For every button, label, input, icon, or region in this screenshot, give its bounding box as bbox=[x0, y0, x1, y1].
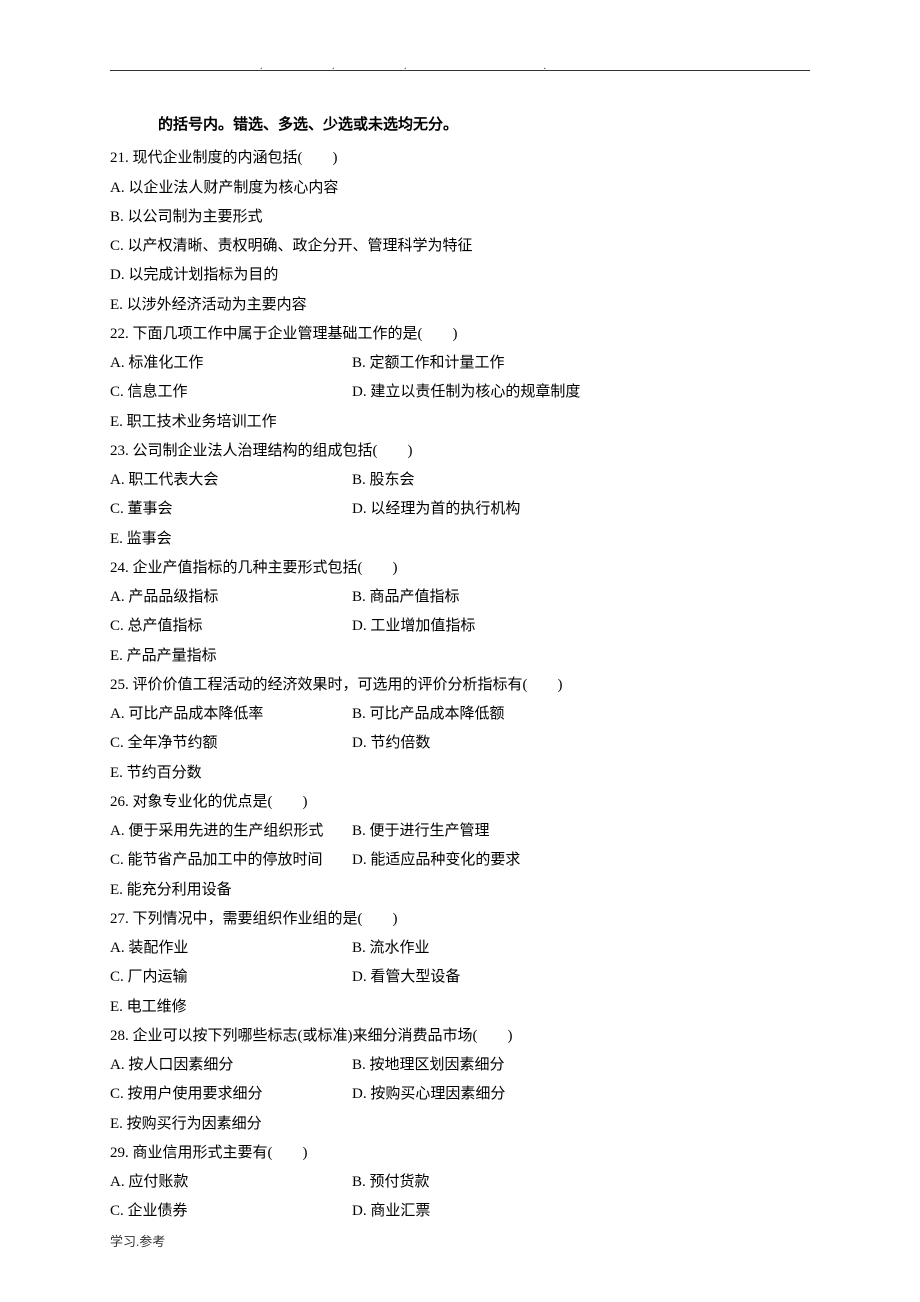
question: 27. 下列情况中，需要组织作业组的是( )A. 装配作业B. 流水作业C. 厂… bbox=[110, 905, 810, 1022]
option-row: A. 应付账款B. 预付货款 bbox=[110, 1168, 810, 1197]
option: A. 按人口因素细分 bbox=[110, 1051, 352, 1080]
option-row: C. 企业债券D. 商业汇票 bbox=[110, 1197, 810, 1226]
question-stem: 28. 企业可以按下列哪些标志(或标准)来细分消费品市场( ) bbox=[110, 1022, 810, 1051]
option-row: C. 全年净节约额D. 节约倍数 bbox=[110, 729, 810, 758]
option: A. 职工代表大会 bbox=[110, 466, 352, 495]
option: C. 按用户使用要求细分 bbox=[110, 1080, 352, 1109]
question: 26. 对象专业化的优点是( )A. 便于采用先进的生产组织形式B. 便于进行生… bbox=[110, 788, 810, 905]
option: C. 信息工作 bbox=[110, 378, 352, 407]
option: D. 看管大型设备 bbox=[352, 963, 460, 992]
option: B. 商品产值指标 bbox=[352, 583, 460, 612]
option-row: E. 按购买行为因素细分 bbox=[110, 1110, 810, 1139]
option: C. 全年净节约额 bbox=[110, 729, 352, 758]
option-row: A. 可比产品成本降低率B. 可比产品成本降低额 bbox=[110, 700, 810, 729]
option-row: E. 监事会 bbox=[110, 525, 810, 554]
option-row: A. 标准化工作B. 定额工作和计量工作 bbox=[110, 349, 810, 378]
page: 的括号内。错选、多选、少选或未选均无分。 21. 现代企业制度的内涵包括( )A… bbox=[0, 0, 920, 1302]
question-stem: 22. 下面几项工作中属于企业管理基础工作的是( ) bbox=[110, 320, 810, 349]
question: 24. 企业产值指标的几种主要形式包括( )A. 产品品级指标B. 商品产值指标… bbox=[110, 554, 810, 671]
top-rule bbox=[110, 70, 810, 71]
option: E. 监事会 bbox=[110, 525, 352, 554]
option: E. 能充分利用设备 bbox=[110, 876, 352, 905]
option-row: A. 便于采用先进的生产组织形式B. 便于进行生产管理 bbox=[110, 817, 810, 846]
option: B. 预付货款 bbox=[352, 1168, 430, 1197]
option: E. 电工维修 bbox=[110, 993, 352, 1022]
option: E. 职工技术业务培训工作 bbox=[110, 408, 352, 437]
question-stem: 26. 对象专业化的优点是( ) bbox=[110, 788, 810, 817]
question-stem: 25. 评价价值工程活动的经济效果时，可选用的评价分析指标有( ) bbox=[110, 671, 810, 700]
instruction-line: 的括号内。错选、多选、少选或未选均无分。 bbox=[158, 111, 810, 140]
option: E. 按购买行为因素细分 bbox=[110, 1110, 352, 1139]
option-row: E. 能充分利用设备 bbox=[110, 876, 810, 905]
option: A. 便于采用先进的生产组织形式 bbox=[110, 817, 352, 846]
option: D. 能适应品种变化的要求 bbox=[352, 846, 520, 875]
option: C. 董事会 bbox=[110, 495, 352, 524]
option: D. 以经理为首的执行机构 bbox=[352, 495, 520, 524]
option: C. 能节省产品加工中的停放时间 bbox=[110, 846, 352, 875]
option: A. 产品品级指标 bbox=[110, 583, 352, 612]
option: A. 应付账款 bbox=[110, 1168, 352, 1197]
question-stem: 21. 现代企业制度的内涵包括( ) bbox=[110, 144, 810, 173]
question: 28. 企业可以按下列哪些标志(或标准)来细分消费品市场( )A. 按人口因素细… bbox=[110, 1022, 810, 1139]
option: D. 按购买心理因素细分 bbox=[352, 1080, 505, 1109]
option: D. 节约倍数 bbox=[352, 729, 430, 758]
option: B. 定额工作和计量工作 bbox=[352, 349, 505, 378]
option: C. 以产权清晰、责权明确、政企分开、管理科学为特征 bbox=[110, 232, 810, 261]
option: E. 产品产量指标 bbox=[110, 642, 352, 671]
question-stem: 27. 下列情况中，需要组织作业组的是( ) bbox=[110, 905, 810, 934]
question: 22. 下面几项工作中属于企业管理基础工作的是( )A. 标准化工作B. 定额工… bbox=[110, 320, 810, 437]
option-row: C. 按用户使用要求细分D. 按购买心理因素细分 bbox=[110, 1080, 810, 1109]
option: B. 按地理区划因素细分 bbox=[352, 1051, 505, 1080]
question-stem: 23. 公司制企业法人治理结构的组成包括( ) bbox=[110, 437, 810, 466]
option-row: A. 产品品级指标B. 商品产值指标 bbox=[110, 583, 810, 612]
option: B. 便于进行生产管理 bbox=[352, 817, 490, 846]
option-row: A. 装配作业B. 流水作业 bbox=[110, 934, 810, 963]
option: B. 流水作业 bbox=[352, 934, 430, 963]
option: A. 装配作业 bbox=[110, 934, 352, 963]
option: B. 股东会 bbox=[352, 466, 415, 495]
option: A. 以企业法人财产制度为核心内容 bbox=[110, 174, 810, 203]
question: 21. 现代企业制度的内涵包括( )A. 以企业法人财产制度为核心内容B. 以公… bbox=[110, 144, 810, 320]
option: D. 建立以责任制为核心的规章制度 bbox=[352, 378, 580, 407]
option-row: C. 厂内运输D. 看管大型设备 bbox=[110, 963, 810, 992]
option-row: A. 按人口因素细分B. 按地理区划因素细分 bbox=[110, 1051, 810, 1080]
option: C. 厂内运输 bbox=[110, 963, 352, 992]
option: B. 以公司制为主要形式 bbox=[110, 203, 810, 232]
option-row: A. 职工代表大会B. 股东会 bbox=[110, 466, 810, 495]
option: E. 以涉外经济活动为主要内容 bbox=[110, 291, 810, 320]
option: D. 以完成计划指标为目的 bbox=[110, 261, 810, 290]
option-row: E. 产品产量指标 bbox=[110, 642, 810, 671]
question: 29. 商业信用形式主要有( )A. 应付账款B. 预付货款C. 企业债券D. … bbox=[110, 1139, 810, 1227]
question: 25. 评价价值工程活动的经济效果时，可选用的评价分析指标有( )A. 可比产品… bbox=[110, 671, 810, 788]
question-stem: 29. 商业信用形式主要有( ) bbox=[110, 1139, 810, 1168]
footer-text: 学习.参考 bbox=[110, 1229, 165, 1254]
option: A. 标准化工作 bbox=[110, 349, 352, 378]
questions-container: 21. 现代企业制度的内涵包括( )A. 以企业法人财产制度为核心内容B. 以公… bbox=[110, 144, 810, 1226]
option: E. 节约百分数 bbox=[110, 759, 352, 788]
option-row: E. 节约百分数 bbox=[110, 759, 810, 788]
option: A. 可比产品成本降低率 bbox=[110, 700, 352, 729]
question-stem: 24. 企业产值指标的几种主要形式包括( ) bbox=[110, 554, 810, 583]
option-row: C. 能节省产品加工中的停放时间D. 能适应品种变化的要求 bbox=[110, 846, 810, 875]
option-row: C. 总产值指标D. 工业增加值指标 bbox=[110, 612, 810, 641]
question: 23. 公司制企业法人治理结构的组成包括( )A. 职工代表大会B. 股东会C.… bbox=[110, 437, 810, 554]
option: B. 可比产品成本降低额 bbox=[352, 700, 505, 729]
option: C. 总产值指标 bbox=[110, 612, 352, 641]
option-row: E. 职工技术业务培训工作 bbox=[110, 408, 810, 437]
option-row: E. 电工维修 bbox=[110, 993, 810, 1022]
option-row: C. 董事会D. 以经理为首的执行机构 bbox=[110, 495, 810, 524]
option: D. 商业汇票 bbox=[352, 1197, 430, 1226]
option: C. 企业债券 bbox=[110, 1197, 352, 1226]
option: D. 工业增加值指标 bbox=[352, 612, 475, 641]
option-row: C. 信息工作D. 建立以责任制为核心的规章制度 bbox=[110, 378, 810, 407]
